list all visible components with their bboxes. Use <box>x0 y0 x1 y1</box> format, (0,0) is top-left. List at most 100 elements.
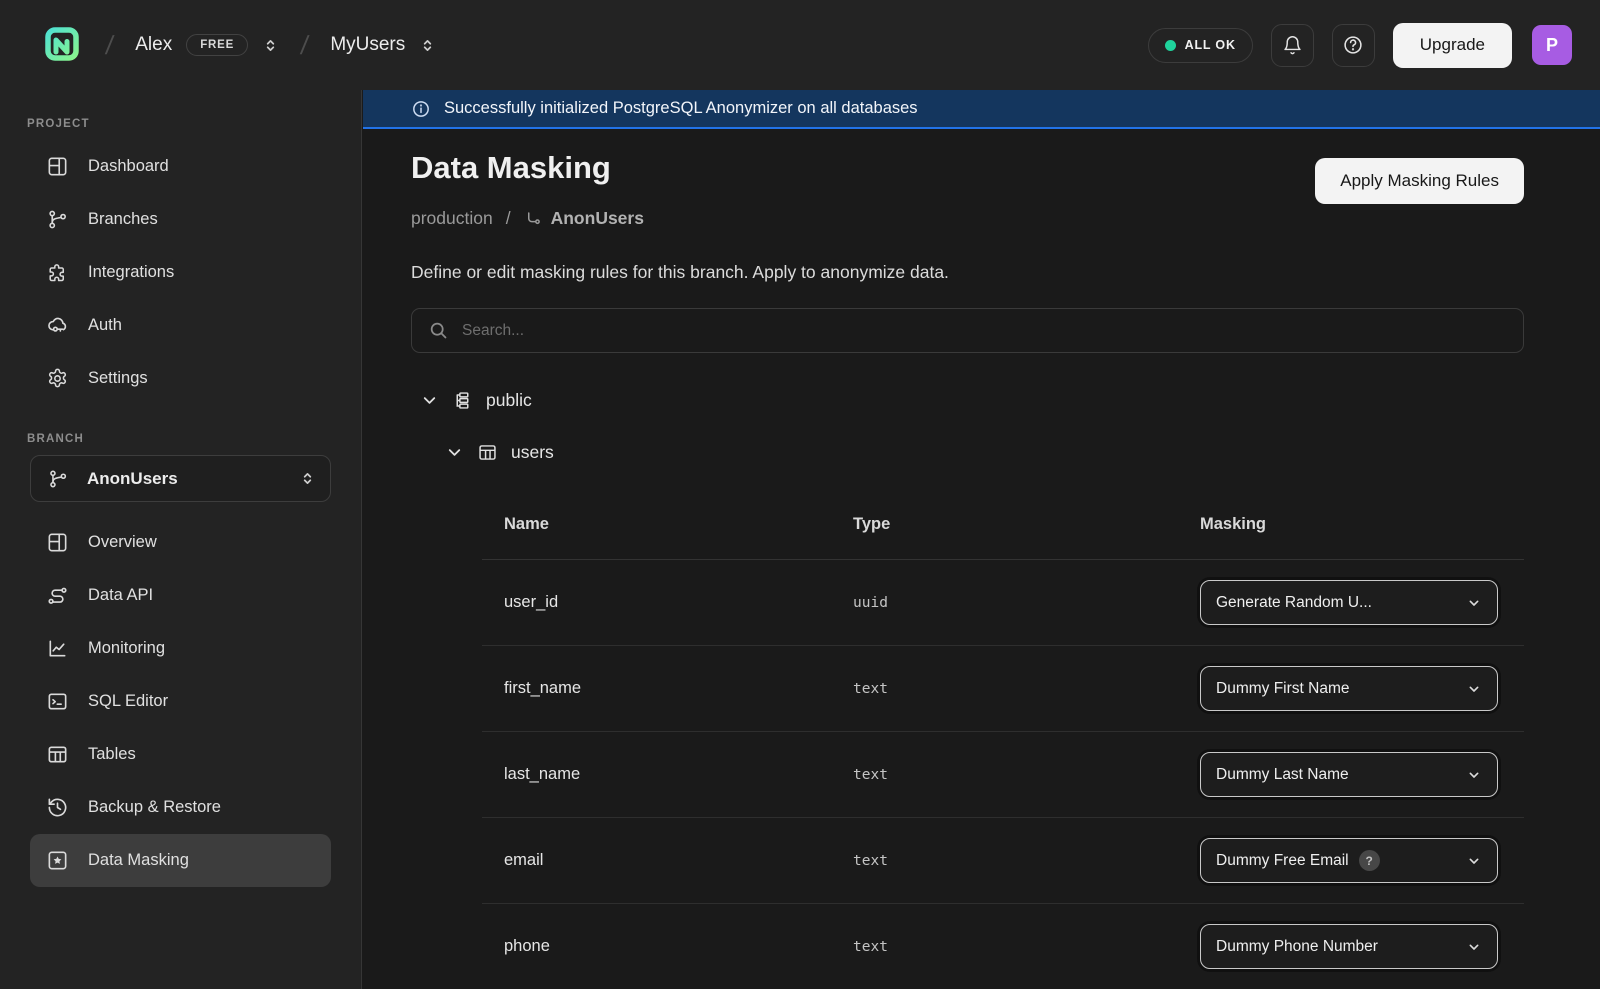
sidebar-section-branch: BRANCH <box>27 433 361 445</box>
sidebar-item-branches[interactable]: Branches <box>30 193 331 246</box>
sidebar-item-tables[interactable]: Tables <box>30 728 331 781</box>
column-header-masking: Masking <box>1200 515 1524 534</box>
branch-selector[interactable]: AnonUsers <box>30 455 331 502</box>
search-input[interactable] <box>462 322 1507 340</box>
neon-logo-icon[interactable] <box>38 22 84 68</box>
table-row: phone text Dummy Phone Number <box>482 904 1524 989</box>
sidebar-item-integrations[interactable]: Integrations <box>30 246 331 299</box>
header-separator: / <box>299 30 311 61</box>
dashboard-icon <box>46 155 69 178</box>
tree-node-schema[interactable]: public <box>420 390 532 411</box>
chevron-up-down-icon <box>419 37 436 54</box>
table-row: last_name text Dummy Last Name <box>482 732 1524 818</box>
sidebar-item-auth[interactable]: Auth <box>30 299 331 352</box>
branch-selector-value: AnonUsers <box>87 469 281 489</box>
chevron-down-icon[interactable] <box>420 391 439 410</box>
column-header-type: Type <box>853 515 1200 534</box>
main-content: Successfully initialized PostgreSQL Anon… <box>363 90 1600 989</box>
app-window: / Alex FREE / MyUsers ALL OK <box>0 0 1600 989</box>
info-icon <box>411 99 431 119</box>
status-badge[interactable]: ALL OK <box>1148 28 1253 63</box>
plan-badge: FREE <box>186 34 248 56</box>
branches-icon <box>46 208 69 231</box>
chevron-down-icon[interactable] <box>445 443 464 462</box>
sidebar-item-data-masking[interactable]: Data Masking <box>30 834 331 887</box>
masking-select-value: Dummy Last Name <box>1216 766 1349 784</box>
table-row: first_name text Dummy First Name <box>482 646 1524 732</box>
bell-icon <box>1282 35 1303 56</box>
column-name-cell: email <box>504 851 853 870</box>
status-label: ALL OK <box>1185 38 1236 52</box>
masking-select[interactable]: Generate Random U... <box>1200 580 1498 625</box>
integrations-icon <box>46 261 69 284</box>
help-button[interactable] <box>1332 24 1375 67</box>
sidebar-item-settings[interactable]: Settings <box>30 352 331 405</box>
breadcrumb-separator: / <box>506 208 511 229</box>
column-type-cell: text <box>853 939 1200 955</box>
column-name-cell: phone <box>504 937 853 956</box>
data-masking-icon <box>46 849 69 872</box>
upgrade-button[interactable]: Upgrade <box>1393 23 1512 68</box>
column-name-cell: user_id <box>504 593 853 612</box>
chevron-up-down-icon <box>299 470 316 487</box>
masking-select-value: Generate Random U... <box>1216 594 1372 612</box>
apply-masking-rules-button[interactable]: Apply Masking Rules <box>1315 158 1524 204</box>
chevron-down-icon <box>1466 681 1482 697</box>
sidebar-section-project: PROJECT <box>27 118 361 130</box>
masking-select-value: Dummy Phone Number <box>1216 938 1378 956</box>
success-banner: Successfully initialized PostgreSQL Anon… <box>363 90 1600 129</box>
status-dot <box>1165 40 1176 51</box>
project-name: MyUsers <box>330 34 405 56</box>
breadcrumb-parent[interactable]: production <box>411 208 493 229</box>
chevron-up-down-icon <box>262 37 279 54</box>
sidebar-item-backup-restore[interactable]: Backup & Restore <box>30 781 331 834</box>
chevron-down-icon <box>1466 767 1482 783</box>
sidebar-item-overview[interactable]: Overview <box>30 516 331 569</box>
masking-select[interactable]: Dummy First Name <box>1200 666 1498 711</box>
column-type-cell: text <box>853 853 1200 869</box>
column-type-cell: text <box>853 681 1200 697</box>
project-nav-list: Dashboard Branches Integrations Auth Set… <box>0 140 361 405</box>
breadcrumb: production / AnonUsers <box>411 208 644 229</box>
sidebar-item-data-api[interactable]: Data API <box>30 569 331 622</box>
masking-select-value: Dummy First Name <box>1216 680 1349 698</box>
table-body: user_id uuid Generate Random U... first_… <box>482 560 1524 989</box>
notifications-button[interactable] <box>1271 24 1314 67</box>
header-separator: / <box>104 30 116 61</box>
top-header: / Alex FREE / MyUsers ALL OK <box>0 0 1600 90</box>
org-switcher[interactable]: Alex FREE <box>135 34 279 56</box>
settings-icon <box>46 367 69 390</box>
auth-icon <box>46 314 69 337</box>
branch-icon <box>47 468 69 490</box>
tree-node-table[interactable]: users <box>445 442 554 463</box>
backup-restore-icon <box>46 796 69 819</box>
data-api-icon <box>46 584 69 607</box>
masking-help-badge[interactable]: ? <box>1359 850 1380 871</box>
sidebar-item-dashboard[interactable]: Dashboard <box>30 140 331 193</box>
sidebar: PROJECT Dashboard Branches Integrations … <box>0 90 362 989</box>
search-icon <box>428 320 449 341</box>
search-box <box>411 308 1524 353</box>
org-name: Alex <box>135 34 172 56</box>
columns-table: Name Type Masking user_id uuid Generate … <box>482 490 1524 989</box>
chevron-down-icon <box>1466 939 1482 955</box>
masking-select[interactable]: Dummy Free Email ? <box>1200 838 1498 883</box>
masking-select[interactable]: Dummy Last Name <box>1200 752 1498 797</box>
column-name-cell: first_name <box>504 679 853 698</box>
table-header-row: Name Type Masking <box>482 490 1524 560</box>
sidebar-item-monitoring[interactable]: Monitoring <box>30 622 331 675</box>
table-row: email text Dummy Free Email ? <box>482 818 1524 904</box>
masking-select[interactable]: Dummy Phone Number <box>1200 924 1498 969</box>
project-switcher[interactable]: MyUsers <box>330 34 436 56</box>
monitoring-icon <box>46 637 69 660</box>
page-description: Define or edit masking rules for this br… <box>411 262 949 283</box>
banner-text: Successfully initialized PostgreSQL Anon… <box>444 99 918 118</box>
user-avatar[interactable]: P <box>1532 25 1572 65</box>
tables-icon <box>46 743 69 766</box>
column-type-cell: text <box>853 767 1200 783</box>
chevron-down-icon <box>1466 595 1482 611</box>
breadcrumb-current[interactable]: AnonUsers <box>524 208 644 229</box>
schema-icon <box>452 390 473 411</box>
sidebar-item-sql-editor[interactable]: SQL Editor <box>30 675 331 728</box>
branch-nav-list: Overview Data API Monitoring SQL Editor … <box>0 516 361 887</box>
